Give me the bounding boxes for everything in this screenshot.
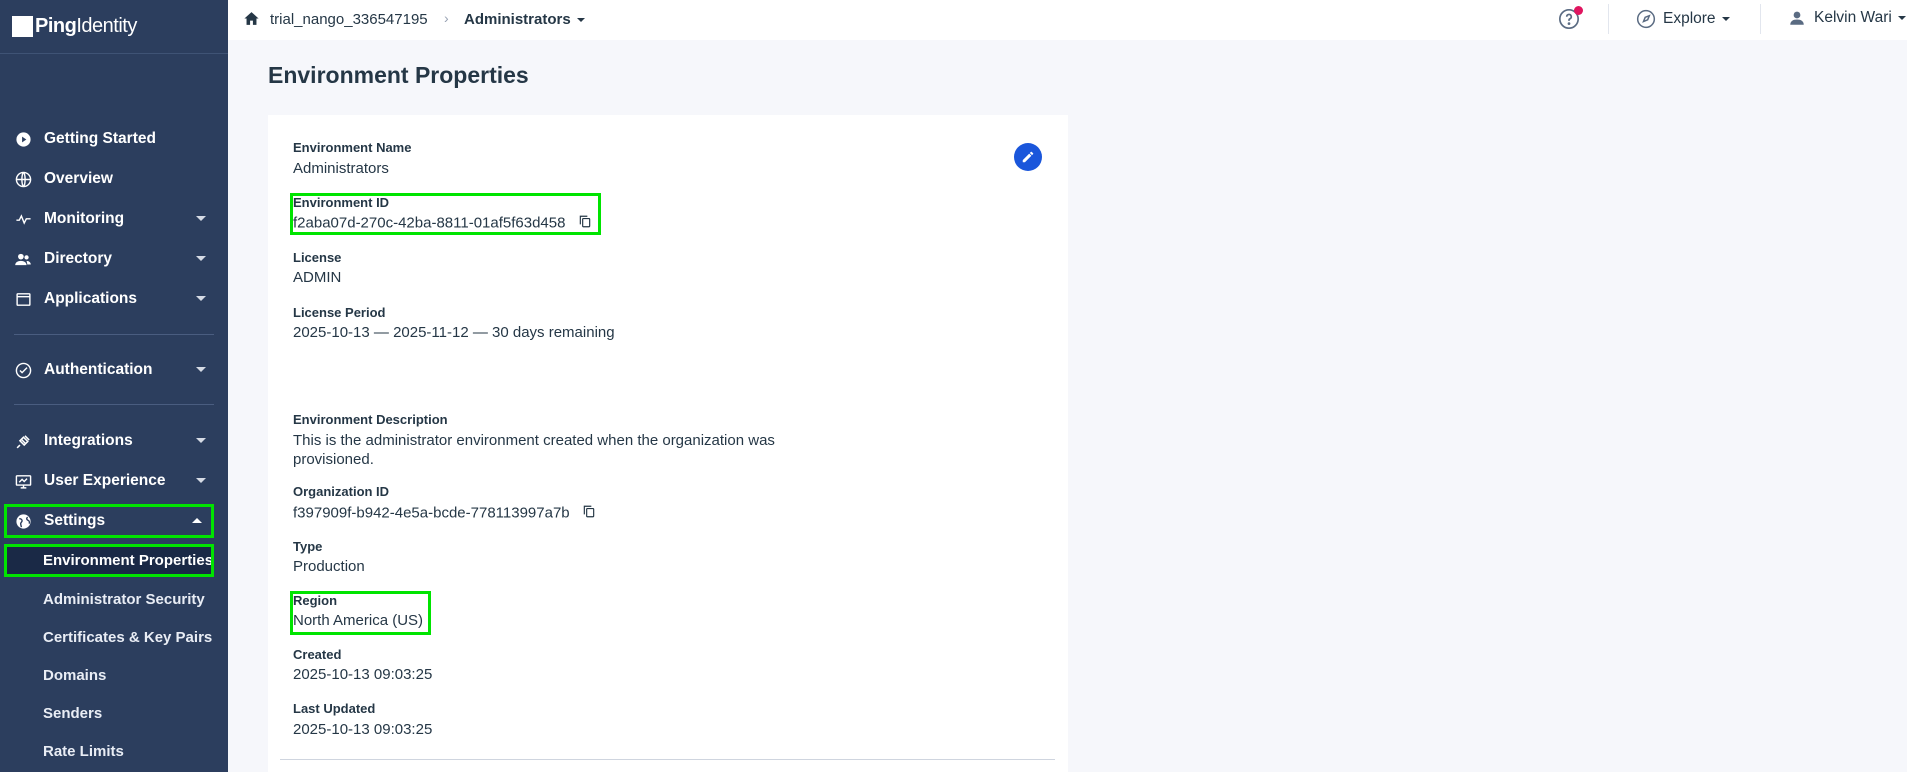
type-value: Production: [293, 558, 365, 575]
organization-id-row: f397909f-b942-4e5a-bcde-778113997a7b: [293, 504, 596, 523]
sidebar-item-label: User Experience: [44, 472, 166, 489]
monitor-icon: [14, 472, 32, 490]
license-label: License: [293, 250, 342, 265]
sidebar-item-label: Getting Started: [44, 130, 156, 147]
notification-dot: [1574, 6, 1583, 15]
sidebar-subitem-environment-properties[interactable]: Environment Properties: [4, 544, 214, 577]
top-bar: trial_nango_336547195 › Administrators E…: [228, 0, 1907, 40]
region-value: North America (US): [293, 612, 424, 629]
sidebar-item-user-experience[interactable]: User Experience: [0, 464, 228, 498]
sidebar-item-label: Settings: [44, 512, 106, 529]
license-value: ADMIN: [293, 269, 342, 286]
created-label: Created: [293, 647, 342, 662]
compass-icon: [1636, 9, 1656, 29]
sidebar-subitem-domains[interactable]: Domains: [0, 659, 228, 692]
sidebar-item-directory[interactable]: Directory: [0, 242, 228, 276]
environment-name-label: Environment Name: [293, 140, 412, 155]
nav-divider: [14, 404, 214, 405]
sidebar-item-applications[interactable]: Applications: [0, 282, 228, 316]
sidebar-subitem-rate-limits[interactable]: Rate Limits: [0, 735, 228, 768]
environment-description-label: Environment Description: [293, 412, 448, 427]
explore-menu[interactable]: Explore: [1636, 9, 1730, 29]
license-period-label: License Period: [293, 305, 386, 320]
sidebar-item-label: Overview: [44, 170, 113, 187]
edit-button[interactable]: [1014, 143, 1042, 171]
chevron-down-icon: [196, 296, 206, 301]
sidebar-item-authentication[interactable]: Authentication: [0, 353, 228, 387]
sidebar-item-label: Authentication: [44, 361, 153, 378]
sidebar-item-monitoring[interactable]: Monitoring: [0, 202, 228, 236]
sidebar-item-settings[interactable]: Settings: [4, 504, 214, 538]
organization-id-value: f397909f-b942-4e5a-bcde-778113997a7b: [293, 504, 570, 522]
environment-id-label: Environment ID: [293, 195, 390, 210]
sidebar-subitem-administrator-security[interactable]: Administrator Security: [0, 583, 228, 616]
plug-icon: [14, 432, 32, 450]
user-menu[interactable]: Kelvin Wari: [1788, 9, 1906, 27]
environment-description-line2: provisioned.: [293, 451, 374, 468]
globe-settings-icon: [14, 512, 32, 530]
sidebar-item-label: Integrations: [44, 432, 133, 449]
sidebar-subitem-certificates[interactable]: Certificates & Key Pairs: [0, 621, 228, 654]
chevron-down-icon: [196, 367, 206, 372]
play-circle-icon: [14, 130, 32, 148]
pulse-icon: [14, 210, 32, 228]
region-label: Region: [293, 593, 338, 608]
chevron-down-icon: [196, 256, 206, 261]
header-divider: [1760, 4, 1761, 34]
check-circle-icon: [14, 361, 32, 379]
type-label: Type: [293, 539, 323, 554]
sidebar-item-label: Applications: [44, 290, 138, 307]
globe-icon: [14, 170, 32, 188]
license-period-value: 2025-10-13 — 2025-11-12 — 30 days remain…: [293, 324, 615, 341]
window-icon: [14, 290, 32, 308]
chevron-down-icon: [1721, 17, 1730, 21]
environment-name-value: Administrators: [293, 160, 389, 177]
users-icon: [14, 250, 32, 268]
logo-mark: [12, 16, 33, 37]
sidebar-item-overview[interactable]: Overview: [0, 162, 228, 196]
chevron-down-icon: [576, 18, 585, 23]
sidebar-item-label: Monitoring: [44, 210, 125, 227]
environment-id-value: f2aba07d-270c-42ba-8811-01af5f63d458: [293, 214, 566, 232]
card-divider: [280, 759, 1055, 760]
copy-icon[interactable]: [582, 504, 596, 523]
breadcrumb-environment[interactable]: trial_nango_336547195: [270, 11, 428, 28]
last-updated-label: Last Updated: [293, 701, 376, 716]
last-updated-value: 2025-10-13 09:03:25: [293, 721, 433, 738]
chevron-down-icon: [196, 438, 206, 443]
help-icon[interactable]: [1558, 6, 1583, 30]
user-icon: [1790, 11, 1804, 25]
created-value: 2025-10-13 09:03:25: [293, 666, 433, 683]
environment-id-row: f2aba07d-270c-42ba-8811-01af5f63d458: [293, 214, 592, 233]
sidebar-subitem-senders[interactable]: Senders: [0, 697, 228, 730]
sidebar-item-getting-started[interactable]: Getting Started: [0, 122, 228, 156]
chevron-down-icon: [196, 216, 206, 221]
pingidentity-logo[interactable]: PingIdentity: [0, 0, 228, 54]
breadcrumb-separator: ›: [444, 10, 449, 26]
page-title: Environment Properties: [268, 62, 529, 88]
sidebar-item-integrations[interactable]: Integrations: [0, 424, 228, 458]
sidebar: PingIdentity Getting Started Overview Mo…: [0, 0, 228, 772]
environment-selector[interactable]: Administrators: [464, 11, 585, 28]
environment-properties-card: Environment Name Administrators Environm…: [268, 115, 1068, 772]
chevron-down-icon: [196, 478, 206, 483]
pencil-icon: [1022, 151, 1034, 163]
sidebar-item-label: Directory: [44, 250, 113, 267]
chevron-up-icon: [192, 518, 202, 523]
nav-divider: [14, 334, 214, 335]
chevron-down-icon: [1897, 16, 1906, 20]
header-divider: [1608, 4, 1609, 34]
environment-description-line1: This is the administrator environment cr…: [293, 432, 775, 449]
home-icon[interactable]: [243, 10, 260, 32]
copy-icon[interactable]: [578, 214, 592, 233]
organization-id-label: Organization ID: [293, 484, 390, 499]
